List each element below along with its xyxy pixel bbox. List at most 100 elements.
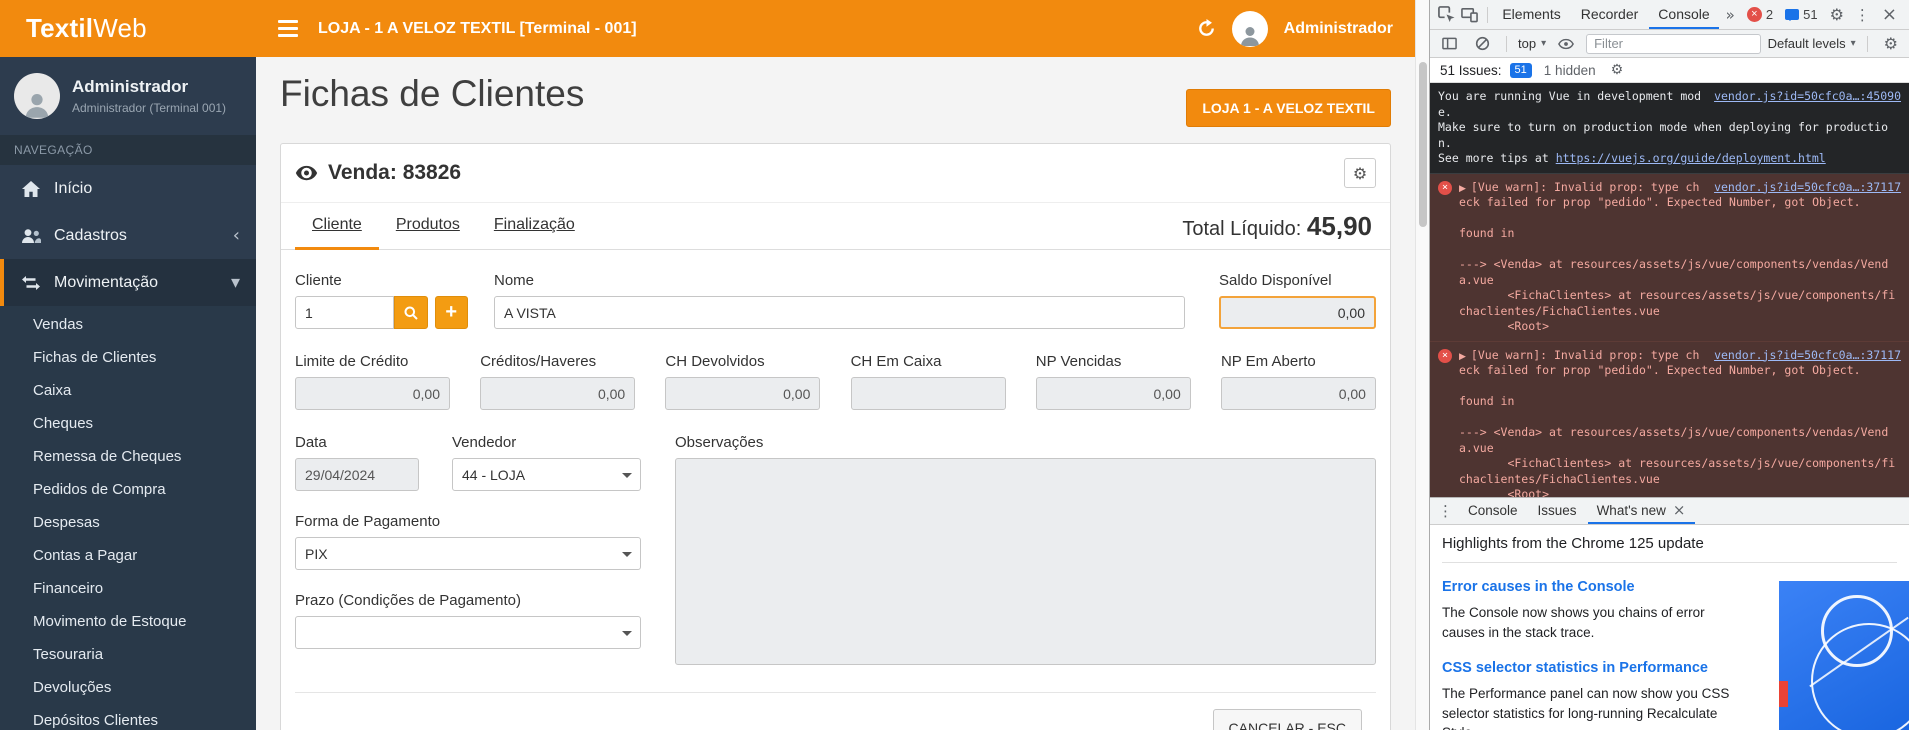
close-icon[interactable]: × <box>1673 501 1686 519</box>
whats-new-panel: Highlights from the Chrome 125 update Er… <box>1430 525 1909 730</box>
ch-em-caixa-input <box>851 377 1006 410</box>
error-count-badge[interactable]: × 2 <box>1742 7 1778 22</box>
cliente-form: Cliente + <box>281 250 1390 730</box>
saldo-disponivel-input <box>1219 296 1376 329</box>
cancel-button[interactable]: CANCELAR - ESC <box>1213 709 1362 730</box>
nav-section-label: NAVEGAÇÃO <box>0 135 256 165</box>
observacoes-textarea <box>675 458 1376 665</box>
app-logo[interactable]: TextilWeb <box>0 0 256 57</box>
home-icon <box>20 181 42 197</box>
devtools-tabbar: Elements Recorder Console » × 2 51 ⚙ ⋮ × <box>1430 0 1909 30</box>
sidebar-item-label: Cadastros <box>54 227 127 245</box>
issues-badge[interactable]: 51 <box>1510 63 1532 78</box>
devtools-tab-recorder[interactable]: Recorder <box>1572 0 1648 29</box>
user-avatar <box>14 73 60 119</box>
tab-finalizacao[interactable]: Finalização <box>477 203 592 250</box>
sidebar-subitem-depositos-clientes[interactable]: Depósitos Clientes <box>0 704 256 730</box>
source-link[interactable]: vendor.js?id=50cfc0a…:45090 <box>1714 89 1901 105</box>
console-message-info[interactable]: vendor.js?id=50cfc0a…:45090You are runni… <box>1430 83 1909 174</box>
status-settings-icon[interactable]: ⚙ <box>1606 62 1629 78</box>
devtools-menu-icon[interactable]: ⋮ <box>1851 6 1874 24</box>
sidebar-subitem-fichas-de-clientes[interactable]: Fichas de Clientes <box>0 341 256 374</box>
expand-arrow-icon[interactable]: ▶ <box>1459 184 1466 194</box>
scrollbar-thumb[interactable] <box>1419 62 1427 227</box>
whats-new-heading-link[interactable]: CSS selector statistics in Performance <box>1442 660 1742 676</box>
console-status-bar: 51 Issues: 51 1 hidden ⚙ <box>1430 58 1909 83</box>
sidebar-subitem-tesouraria[interactable]: Tesouraria <box>0 638 256 671</box>
devtools-settings-icon[interactable]: ⚙ <box>1825 5 1849 24</box>
nome-input[interactable] <box>494 296 1185 329</box>
whats-new-heading-link[interactable]: Error causes in the Console <box>1442 579 1742 595</box>
cliente-input[interactable] <box>295 296 394 329</box>
limite-credito-label: Limite de Crédito <box>295 353 450 370</box>
refresh-icon[interactable] <box>1197 19 1216 38</box>
np-em-aberto-input <box>1221 377 1376 410</box>
card-settings-button[interactable]: ⚙ <box>1344 158 1376 188</box>
sidebar-submenu: Vendas Fichas de Clientes Caixa Cheques … <box>0 306 256 730</box>
sidebar-subitem-caixa[interactable]: Caixa <box>0 374 256 407</box>
sidebar-item-label: Movimentação <box>54 274 158 292</box>
vendedor-label: Vendedor <box>452 434 641 451</box>
page-scrollbar[interactable] <box>1415 0 1429 730</box>
devtools-tab-elements[interactable]: Elements <box>1493 0 1569 29</box>
venda-card: Venda: 83826 ⚙ Cliente Produtos Finaliza… <box>280 143 1391 730</box>
frame-context-select[interactable]: top ▾ <box>1518 36 1546 51</box>
tab-produtos[interactable]: Produtos <box>379 203 477 250</box>
sidebar-subitem-remessa-de-cheques[interactable]: Remessa de Cheques <box>0 440 256 473</box>
topbar-avatar[interactable] <box>1232 11 1268 47</box>
device-toolbar-icon[interactable] <box>1459 2 1480 28</box>
error-icon: × <box>1438 349 1452 363</box>
console-message-error[interactable]: × vendor.js?id=50cfc0a…:37117▶[Vue warn]… <box>1430 342 1909 497</box>
log-levels-select[interactable]: Default levels ▾ <box>1768 36 1856 51</box>
console-log-area: vendor.js?id=50cfc0a…:45090You are runni… <box>1430 83 1909 497</box>
live-expression-eye-icon[interactable] <box>1553 31 1579 57</box>
topbar-right: Administrador <box>1197 11 1393 47</box>
sidebar-subitem-despesas[interactable]: Despesas <box>0 506 256 539</box>
hamburger-menu-icon[interactable] <box>278 20 298 37</box>
inspect-element-icon[interactable] <box>1436 2 1457 28</box>
add-client-button[interactable]: + <box>435 296 469 329</box>
sidebar-item-movimentacao[interactable]: Movimentação ▾ <box>0 259 256 306</box>
sidebar-subitem-cheques[interactable]: Cheques <box>0 407 256 440</box>
message-count-badge[interactable]: 51 <box>1780 7 1822 22</box>
data-label: Data <box>295 434 419 451</box>
sidebar-subitem-vendas[interactable]: Vendas <box>0 308 256 341</box>
search-client-button[interactable] <box>394 296 428 329</box>
main-area: LOJA - 1 A VELOZ TEXTIL [Terminal - 001]… <box>256 0 1415 730</box>
drawer-tab-whats-new[interactable]: What's new × <box>1588 498 1695 524</box>
sidebar-subitem-pedidos-de-compra[interactable]: Pedidos de Compra <box>0 473 256 506</box>
search-icon <box>404 306 418 320</box>
issues-count-label[interactable]: 51 Issues: <box>1440 63 1502 78</box>
vendedor-select[interactable]: 44 - LOJA <box>452 458 641 491</box>
chevron-down-icon: ▾ <box>231 272 240 293</box>
clear-console-icon[interactable] <box>1469 31 1495 57</box>
console-settings-icon[interactable]: ⚙ <box>1879 34 1903 53</box>
source-link[interactable]: vendor.js?id=50cfc0a…:37117 <box>1714 180 1901 196</box>
whats-new-artwork <box>1779 581 1909 730</box>
more-tabs-icon[interactable]: » <box>1721 6 1740 24</box>
source-link[interactable]: vendor.js?id=50cfc0a…:37117 <box>1714 348 1901 364</box>
topbar-username[interactable]: Administrador <box>1284 20 1393 38</box>
deployment-guide-link[interactable]: https://vuejs.org/guide/deployment.html <box>1556 151 1826 165</box>
console-message-error[interactable]: × vendor.js?id=50cfc0a…:37117▶[Vue warn]… <box>1430 174 1909 342</box>
sidebar-subitem-devolucoes[interactable]: Devoluções <box>0 671 256 704</box>
sidebar-subitem-contas-a-pagar[interactable]: Contas a Pagar <box>0 539 256 572</box>
drawer-tab-console[interactable]: Console <box>1459 498 1527 524</box>
observacoes-label: Observações <box>675 434 1376 451</box>
drawer-menu-icon[interactable]: ⋮ <box>1434 502 1457 520</box>
forma-pagamento-select[interactable]: PIX <box>295 537 641 570</box>
console-filter-input[interactable] <box>1586 34 1760 54</box>
sidebar-item-inicio[interactable]: Início <box>0 165 256 212</box>
sidebar-subitem-movimento-de-estoque[interactable]: Movimento de Estoque <box>0 605 256 638</box>
sidebar-item-cadastros[interactable]: Cadastros ‹ <box>0 212 256 259</box>
devtools-close-icon[interactable]: × <box>1876 4 1903 25</box>
drawer-tab-issues[interactable]: Issues <box>1529 498 1586 524</box>
devtools-tab-console[interactable]: Console <box>1649 0 1718 29</box>
expand-arrow-icon[interactable]: ▶ <box>1459 352 1466 362</box>
sidebar-subitem-financeiro[interactable]: Financeiro <box>0 572 256 605</box>
store-button[interactable]: LOJA 1 - A VELOZ TEXTIL <box>1186 89 1391 127</box>
tab-cliente[interactable]: Cliente <box>295 203 379 250</box>
user-role: Administrador (Terminal 001) <box>72 101 226 115</box>
prazo-select[interactable] <box>295 616 641 649</box>
console-sidebar-toggle-icon[interactable] <box>1436 31 1462 57</box>
